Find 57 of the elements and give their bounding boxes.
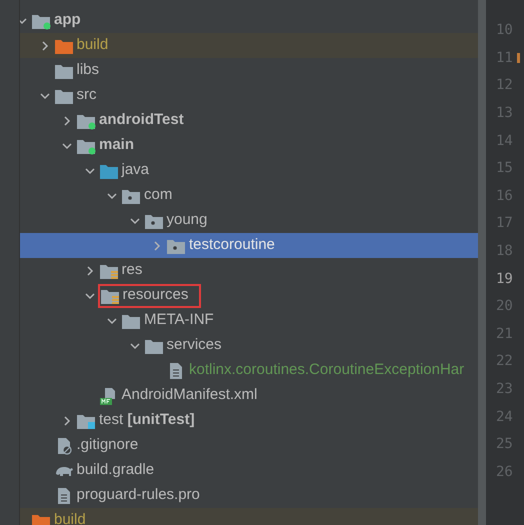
tree-label: res xyxy=(122,260,142,280)
tree-label: services xyxy=(166,335,222,356)
tree-label: META-INF xyxy=(144,310,214,330)
tree-label: app xyxy=(54,10,81,30)
tree-row[interactable]: androidTest xyxy=(20,108,478,133)
tree-label: build xyxy=(76,35,108,56)
chevron-right-icon[interactable] xyxy=(62,116,72,126)
tree-row[interactable]: proguard-rules.pro xyxy=(20,483,478,508)
tree-label: proguard-rules.pro xyxy=(76,485,200,506)
tree-row[interactable]: .gitignore xyxy=(20,433,478,458)
chevron-down-icon[interactable] xyxy=(84,166,94,176)
tree-row[interactable]: main xyxy=(20,133,478,158)
chevron-right-icon[interactable] xyxy=(62,416,72,426)
tree-row[interactable]: services xyxy=(20,333,478,358)
chevron-right-icon[interactable] xyxy=(84,266,94,276)
tree-row[interactable]: young xyxy=(20,208,478,233)
tree-label: src xyxy=(76,85,96,106)
tree-row[interactable]: res xyxy=(20,258,478,283)
chevron-right-icon[interactable] xyxy=(40,40,50,50)
line-number: 19 xyxy=(496,270,513,289)
tree-label: test [unitTest] xyxy=(99,410,195,430)
tree-label: kotlinx.coroutines.CoroutineExceptionHar xyxy=(189,360,464,380)
tree-row[interactable]: test [unitTest] xyxy=(20,408,478,433)
tree-row[interactable]: app xyxy=(20,8,478,33)
tree-row[interactable]: libs xyxy=(20,58,478,83)
tree-row[interactable]: build xyxy=(20,508,478,525)
chevron-down-icon[interactable] xyxy=(130,340,140,350)
tree-label: testcoroutine xyxy=(189,235,275,256)
tree-label: main xyxy=(99,135,134,156)
chevron-down-icon[interactable] xyxy=(107,190,117,200)
selected-tree-row[interactable]: testcoroutine xyxy=(20,233,478,258)
tree-row[interactable]: kotlinx.coroutines.CoroutineExceptionHar xyxy=(20,358,478,383)
chevron-down-icon[interactable] xyxy=(130,216,140,226)
chevron-down-icon[interactable] xyxy=(20,16,27,26)
chevron-down-icon[interactable] xyxy=(84,290,94,300)
tree-row[interactable]: java xyxy=(20,158,478,183)
tree-row[interactable]: resources xyxy=(20,283,478,308)
tree-label: young xyxy=(166,210,208,230)
tree-row[interactable]: build xyxy=(20,33,478,58)
tree-label: .gitignore xyxy=(76,435,138,456)
tree-label: androidTest xyxy=(99,110,184,130)
tree-row[interactable]: com xyxy=(20,183,478,208)
chevron-down-icon[interactable] xyxy=(62,140,72,150)
tree-label: java xyxy=(122,160,150,180)
tree-label: AndroidManifest.xml xyxy=(122,385,258,406)
tree-label: libs xyxy=(76,60,100,80)
tree-label: com xyxy=(144,185,172,206)
chevron-down-icon[interactable] xyxy=(107,316,117,326)
chevron-down-icon[interactable] xyxy=(40,90,50,100)
tree-row[interactable]: AndroidManifest.xml xyxy=(20,383,478,408)
tree-row[interactable]: build.gradle xyxy=(20,458,478,483)
tree-row[interactable]: src xyxy=(20,83,478,108)
tree-row[interactable]: META-INF xyxy=(20,308,478,333)
tree-label: build.gradle xyxy=(76,460,154,480)
tree-label: resources xyxy=(122,285,188,306)
scrollbar[interactable] xyxy=(478,0,486,525)
tree-label: build xyxy=(54,510,86,525)
